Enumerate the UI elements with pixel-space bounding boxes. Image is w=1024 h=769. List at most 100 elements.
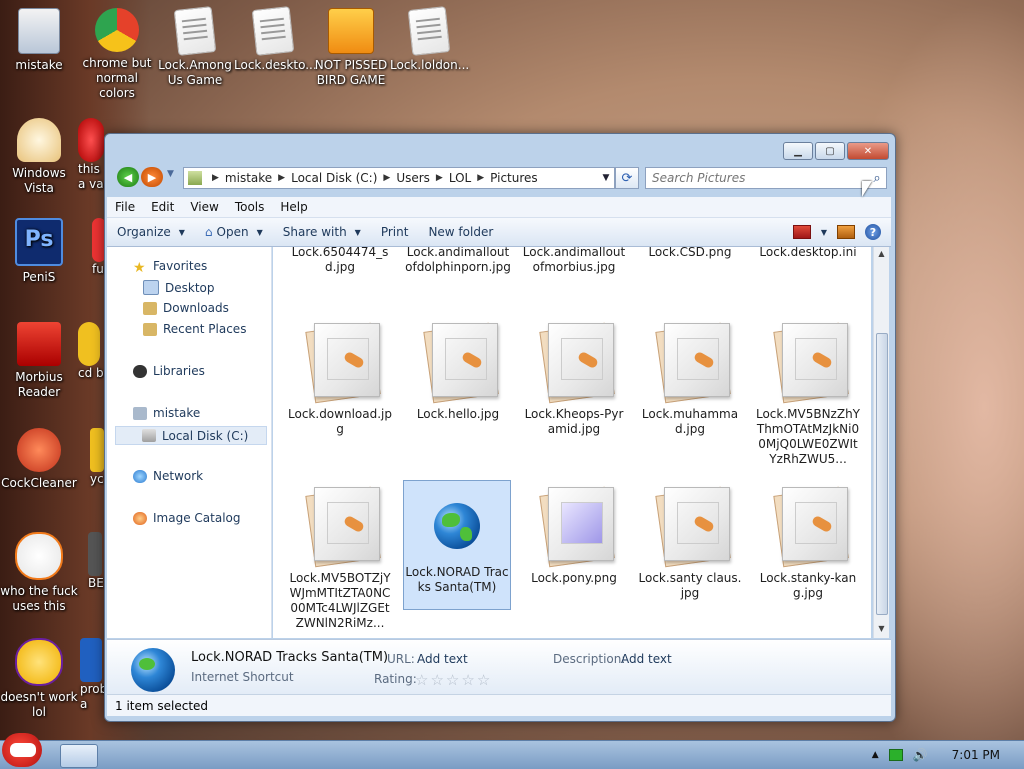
star-icon[interactable]: ☆ <box>446 671 459 689</box>
breadcrumb-item[interactable]: Users <box>396 171 430 185</box>
file-item[interactable]: Lock.CSD.png <box>637 247 743 260</box>
address-dropdown-icon[interactable]: ▼ <box>598 173 614 183</box>
nav-network[interactable]: Network <box>133 469 203 483</box>
menu-tools[interactable]: Tools <box>227 200 273 214</box>
desktop-icon-loldon[interactable]: Lock.loldon... <box>390 6 469 73</box>
share-with-button[interactable]: Share with ▼ <box>273 218 371 246</box>
scroll-down-icon[interactable]: ▼ <box>876 624 887 636</box>
breadcrumb-item[interactable]: mistake <box>225 171 272 185</box>
file-item[interactable]: Lock.andimalloutofdolphinporn.jpg <box>405 247 511 275</box>
desktop-icon-chrome[interactable]: chrome but normal colors <box>78 8 156 101</box>
recent-places-icon <box>143 322 157 336</box>
open-button[interactable]: ⌂ Open ▼ <box>195 218 273 246</box>
battery-icon[interactable] <box>888 749 903 761</box>
breadcrumb-item[interactable]: Local Disk (C:) <box>291 171 377 185</box>
forward-arrow-icon[interactable]: ▶ <box>141 167 163 187</box>
scrollbar-thumb[interactable] <box>876 333 888 615</box>
back-arrow-icon[interactable]: ◀ <box>117 167 139 187</box>
close-button[interactable]: ✕ <box>847 142 889 160</box>
file-item[interactable]: Lock.MV5BOTZjYWJmMTItZTA0NC00MTc4LWJlZGE… <box>287 483 393 631</box>
desktop-icon-desktop-ini[interactable]: Lock.deskto... <box>234 6 317 73</box>
file-item[interactable]: Lock.stanky-kang.jpg <box>755 483 861 601</box>
breadcrumb-separator-icon[interactable]: ▶ <box>383 173 390 183</box>
file-name: Lock.muhammad.jpg <box>641 407 739 436</box>
file-item[interactable]: Lock.Kheops-Pyramid.jpg <box>521 319 627 437</box>
details-file-type: Internet Shortcut <box>191 670 294 684</box>
file-item[interactable]: Lock.andimalloutofmorbius.jpg <box>521 247 627 275</box>
menu-edit[interactable]: Edit <box>143 200 182 214</box>
volume-icon[interactable]: 🔊 <box>913 748 928 762</box>
desktop-icon-who-uses-this[interactable]: who the fuck uses this <box>0 532 78 614</box>
desktop-icon-bird-game[interactable]: NOT PISSED BIRD GAME <box>312 8 390 88</box>
breadcrumb-separator-icon[interactable]: ▶ <box>477 173 484 183</box>
nav-favorites[interactable]: ★ Favorites <box>133 259 207 276</box>
star-icon[interactable]: ☆ <box>477 671 490 689</box>
desktop-icon-penis[interactable]: Ps PeniS <box>0 218 78 285</box>
breadcrumb-item[interactable]: LOL <box>449 171 471 185</box>
nav-label: mistake <box>153 406 201 420</box>
desktop-icon-morbius-reader[interactable]: Morbius Reader <box>0 322 78 400</box>
address-bar[interactable]: ▶ mistake ▶ Local Disk (C:) ▶ Users ▶ LO… <box>183 167 615 189</box>
file-item-selected[interactable]: Lock.NORAD Tracks Santa(TM) <box>403 480 511 610</box>
change-view-icon[interactable] <box>792 225 811 239</box>
nav-desktop[interactable]: Desktop <box>143 280 215 295</box>
minimize-button[interactable]: ▁ <box>783 142 813 160</box>
preview-pane-icon[interactable] <box>837 225 855 239</box>
desktop-icon-label: Windows Vista <box>12 166 66 195</box>
rating-stars[interactable]: ☆ ☆ ☆ ☆ ☆ <box>415 671 490 689</box>
help-icon[interactable]: ? <box>865 224 881 240</box>
desktop-icon-among-us[interactable]: Lock.Among Us Game <box>156 6 234 88</box>
new-folder-button[interactable]: New folder <box>418 218 503 246</box>
breadcrumb-separator-icon[interactable]: ▶ <box>436 173 443 183</box>
search-input[interactable] <box>646 170 868 186</box>
file-item[interactable]: Lock.santy claus.jpg <box>637 483 743 601</box>
nav-image-catalog[interactable]: Image Catalog <box>133 511 240 525</box>
file-item[interactable]: Lock.MV5BNzZhYThmOTAtMzJkNi00MjQ0LWE0ZWI… <box>755 319 861 467</box>
desktop-icon-mistake[interactable]: mistake <box>0 8 78 73</box>
star-icon[interactable]: ☆ <box>461 671 474 689</box>
nav-recent-places[interactable]: Recent Places <box>143 322 246 336</box>
nav-libraries[interactable]: Libraries <box>133 364 205 378</box>
maximize-button[interactable]: ▢ <box>815 142 845 160</box>
show-hidden-icons-icon[interactable]: ▲ <box>872 750 879 760</box>
file-item[interactable]: Lock.desktop.ini <box>755 247 861 260</box>
star-icon[interactable]: ☆ <box>415 671 428 689</box>
file-name: Lock.6504474_sd.jpg <box>291 247 389 274</box>
organize-label: Organize <box>117 225 171 239</box>
scroll-up-icon[interactable]: ▲ <box>876 249 887 261</box>
breadcrumb-separator-icon[interactable]: ▶ <box>212 173 219 183</box>
explorer-window[interactable]: ▁ ▢ ✕ ◀ ▶ ▼ ▶ mistake ▶ Local Disk (C:) … <box>104 133 896 722</box>
print-button[interactable]: Print <box>371 218 419 246</box>
vertical-scrollbar[interactable]: ▲ ▼ <box>873 247 889 638</box>
organize-button[interactable]: Organize ▼ <box>107 218 195 246</box>
breadcrumb-separator-icon[interactable]: ▶ <box>278 173 285 183</box>
desktop-icon-doesnt-work[interactable]: doesn't work lol <box>0 638 78 720</box>
breadcrumb-item[interactable]: Pictures <box>490 171 538 185</box>
desktop-icon-windows-vista[interactable]: Windows Vista <box>0 118 78 196</box>
file-item[interactable]: Lock.download.jpg <box>287 319 393 437</box>
menu-file[interactable]: File <box>107 200 143 214</box>
menu-view[interactable]: View <box>182 200 226 214</box>
file-item[interactable]: Lock.hello.jpg <box>405 319 511 422</box>
caption-buttons: ▁ ▢ ✕ <box>783 142 889 160</box>
start-button[interactable] <box>2 733 48 769</box>
nav-local-disk[interactable]: Local Disk (C:) <box>115 426 267 445</box>
nav-downloads[interactable]: Downloads <box>143 301 229 315</box>
recent-pages-dropdown-icon[interactable]: ▼ <box>167 169 174 179</box>
file-item[interactable]: Lock.pony.png <box>521 483 627 586</box>
file-name: Lock.desktop.ini <box>759 247 857 259</box>
refresh-button[interactable]: ⟳ <box>615 167 639 189</box>
taskbar-explorer-button[interactable] <box>60 744 98 768</box>
clock[interactable]: 7:01 PM <box>952 748 1000 762</box>
file-item[interactable]: Lock.6504474_sd.jpg <box>287 247 393 275</box>
chevron-down-icon[interactable]: ▼ <box>821 228 827 237</box>
nav-computer[interactable]: mistake <box>133 406 200 420</box>
menu-help[interactable]: Help <box>272 200 315 214</box>
photoshop-icon: Ps <box>15 218 63 266</box>
search-box[interactable]: ⌕ <box>645 167 887 189</box>
star-icon[interactable]: ☆ <box>430 671 443 689</box>
url-value[interactable]: Add text <box>417 652 468 666</box>
file-item[interactable]: Lock.muhammad.jpg <box>637 319 743 437</box>
description-value[interactable]: Add text <box>621 652 672 666</box>
desktop-icon-cockcleaner[interactable]: CockCleaner <box>0 428 78 491</box>
